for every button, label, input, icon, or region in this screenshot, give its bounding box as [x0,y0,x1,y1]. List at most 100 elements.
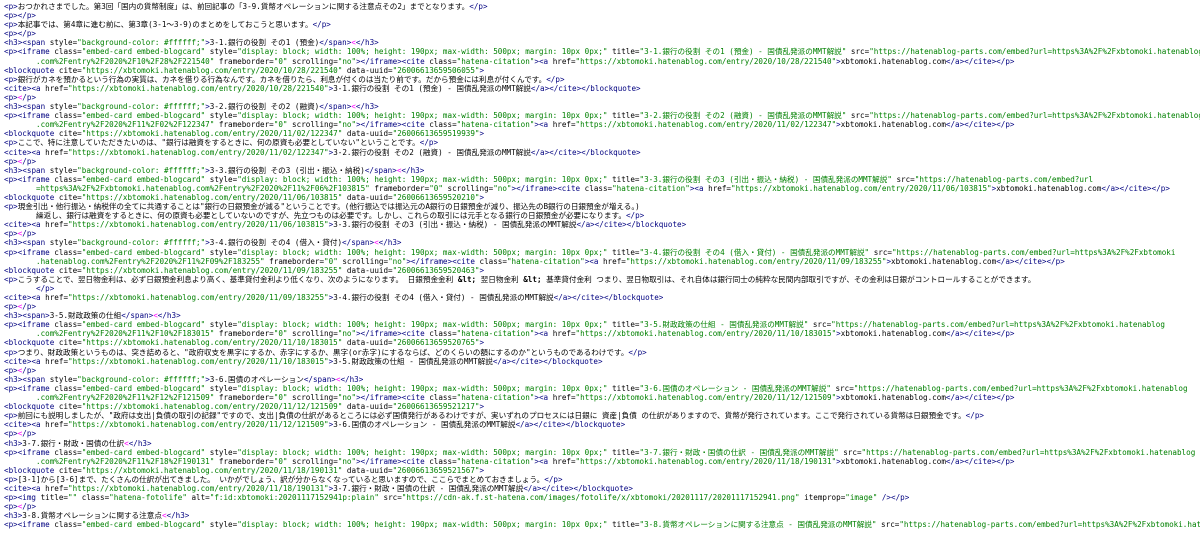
value-token: "3-4.銀行の役割 その4 (借入・貸付) - 国債乱発派のMMT解説" [639,247,874,257]
source-line: <p>こうすることで、翌日物金利は、必ず日銀預金利息より高く、基準貸付金利より低… [4,275,1200,284]
tag-token: ><a [534,120,553,130]
text-token: 基準貸付金利 つまり、翌日物取引は、それ自体は銀行同士の純粋な民間内部取引ですが… [541,274,1036,284]
attribute-token: cite= [58,65,82,75]
attribute-token: frameborder= [218,393,274,403]
html-source-view[interactable]: <p>おつかれさまでした。第3回「国内の貨幣制度」は、前回記事の「3-9.貨幣オ… [0,0,1200,550]
attribute-token: style= [49,374,78,384]
text-token: 3-7.銀行・財政・国債の仕訳 [22,438,125,448]
text-token: つまり、財政政策というものは、突き詰めると、"政府収支を黒字にするか、赤字にする… [17,347,629,357]
tag-token: <p> [4,502,18,512]
text-token: 3-1.銀行の役割 その1 (預金) - 国債乱発派のMMT解説 [333,83,531,93]
tag-token: /p> [22,92,37,102]
source-line: <p></p> [4,11,1200,20]
source-line: <cite><a href="https://xbtomoki.hatenabl… [4,220,1200,229]
tag-token: ><a [584,256,603,266]
text-token: 3-2.銀行の役割 その2 (融資) [209,102,320,112]
attribute-token: style= [209,111,238,121]
attribute-token: src= [843,447,862,457]
tag-token: </a></cite></p> [996,256,1065,266]
source-line: <p><iframe class="embed-card embed-blogc… [4,175,1200,184]
source-line: <blockquote cite="https://xbtomoki.haten… [4,129,1200,138]
attribute-token: style= [209,247,238,257]
text-token: 繰返し、銀行は融資をするときに、何の原資も必要としていないのですが、先立つものは… [36,211,626,221]
value-token: "hatena-citation" [506,256,585,266]
source-line: <p></p> [4,302,1200,311]
attribute-token: frameborder= [218,56,274,66]
source-line: <p>現金引出・他行振込・納税伴の全てに共通することは"銀行の日銀預金が減る"と… [4,202,1200,211]
text-token: 翌日物金利 [476,274,524,284]
entity-token: &lt; [457,274,477,284]
source-line: <p><iframe class="embed-card embed-blogc… [4,47,1200,56]
tag-token: <a [31,420,46,430]
tag-token: <p> [4,347,18,357]
source-line: <p></p> [4,93,1200,102]
value-token: "background-color: #ffffff;" [77,38,206,48]
value-token: "display: block; width: 100%; height: 19… [237,47,613,57]
tag-token: <iframe [17,174,55,184]
value-token: "hatena-citation" [456,329,535,339]
tag-token: </p> [469,2,488,11]
source-line: <p>ここで、特に注意していただきたいのは、"銀行は融資をするときに、何の原資も… [4,138,1200,147]
attribute-token: class= [54,174,82,184]
tag-token: </a></cite></blockquote> [553,293,664,302]
tag-token: </p> [891,493,910,503]
tag-token: </p> [544,474,563,484]
tag-token: ></iframe> [356,329,402,339]
source-line: </p> [4,284,1200,293]
tag-token: <h3> [4,511,23,521]
tag-token: <iframe [17,383,55,393]
attribute-token: href= [552,393,576,403]
value-token: "https://hatenablog-parts.com/embed?url=… [869,47,1200,57]
source-line: <p>前回にも説明しましたが、"政府は支出|負債の取引の記録"ですので、支出|負… [4,411,1200,420]
value-token: "background-color: #ffffff;" [77,165,206,175]
text-token: 3-3.銀行の役割 その3 (引出・振込・納税) [209,165,365,175]
value-token: "26006613659519939" [392,129,480,139]
attribute-token: class= [479,256,507,266]
tag-token: /p> [22,229,37,239]
value-token: .com%2Fentry%2F2020%2F10%2F28%2F221540" [36,56,219,66]
value-token: "https://xbtomoki.hatenablog.com/entry/2… [68,356,329,366]
tag-token: </h3> [378,238,402,248]
tag-token: <h3> [4,102,23,112]
source-line: <h3><span style="background-color: #ffff… [4,38,1200,47]
tag-token: ></iframe> [356,456,402,466]
text-token: xbtomoki.hatenablog.com [840,56,946,66]
attribute-token: src= [383,493,402,503]
value-token: "https://xbtomoki.hatenablog.com/entry/2… [68,147,329,157]
tag-token: <p> [4,493,18,503]
attribute-token: scrolling= [447,183,494,193]
value-token: "3-6.国債のオペレーション - 国債乱発派のMMT解説" [639,383,836,393]
tag-token: /p> [22,365,37,375]
tag-token: ><a [534,329,553,339]
attribute-token: data-uuid= [346,192,393,202]
tag-token: <blockquote [4,192,59,202]
text-token: 3-8.貨幣オペレーションに関する注意点 [22,511,162,521]
attribute-token: href= [45,483,69,493]
tag-token: <cite [452,256,480,266]
source-line: <h3>3-8.貨幣オペレーションに関する注意点<</h3> [4,511,1200,520]
value-token: "embed-card embed-blogcard" [81,447,210,457]
attribute-token: href= [552,120,576,130]
source-line: <p>銀行がカネを預かるという行為の実質は、カネを借りる行為なんです。カネを借り… [4,75,1200,84]
tag-token: <cite [401,120,430,130]
tag-token: <p> [4,202,18,212]
attribute-token: class= [54,383,82,393]
source-line: .com%2Fentry%2F2020%2F11%2F18%2F190131" … [4,457,1200,466]
tag-token: </a></cite></p> [945,120,1015,130]
attribute-token: cite= [58,402,82,412]
text-token: xbtomoki.hatenablog.com [840,120,946,130]
attribute-token: style= [209,174,238,184]
value-token: "image" [845,493,882,503]
text-token: xbtomoki.hatenablog.com [891,256,997,266]
tag-token: </p> [312,20,331,30]
source-line: <h3>3-7.銀行・財政・国債の仕訳<</h3> [4,439,1200,448]
value-token: "embed-card embed-blogcard" [81,247,210,257]
tag-token: </h3> [128,438,152,448]
source-line: .com%2Fentry%2F2020%2F11%2F10%2F183015" … [4,329,1200,338]
tag-token: ></iframe> [511,183,558,193]
text-token: 3-5.財政政策の仕組 - 国債乱発派のMMT解説 [333,356,493,366]
tag-token: <cite [557,183,585,193]
value-token: "https://xbtomoki.hatenablog.com/entry/2… [68,83,329,93]
attribute-token: class= [54,447,82,457]
source-line: <cite><a href="https://xbtomoki.hatenabl… [4,293,1200,302]
